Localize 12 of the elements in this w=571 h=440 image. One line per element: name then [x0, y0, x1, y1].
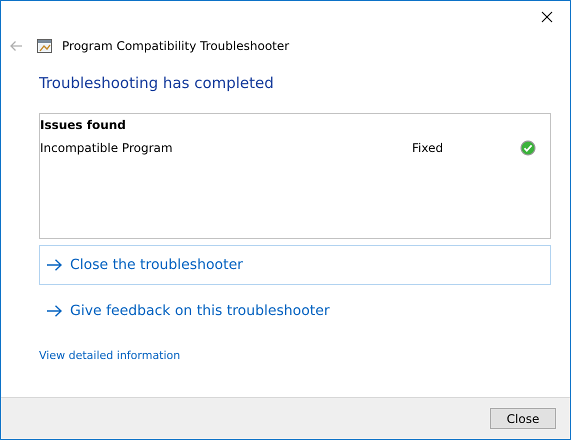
arrow-icon [46, 259, 62, 271]
arrow-icon [46, 305, 62, 317]
status-heading: Troubleshooting has completed [39, 74, 275, 92]
details-link[interactable]: View detailed information [39, 349, 180, 362]
troubleshooter-option[interactable]: Close the troubleshooter [39, 245, 551, 285]
issue-status: Fixed [412, 141, 444, 155]
column-header: Issues found [40, 118, 127, 132]
close-button[interactable]: Close [490, 408, 556, 429]
app-window-icon [37, 39, 52, 53]
window-title: Program Compatibility Troubleshooter [62, 39, 290, 53]
issue-name: Incompatible Program [40, 141, 174, 155]
back-arrow-icon[interactable] [9, 40, 23, 52]
